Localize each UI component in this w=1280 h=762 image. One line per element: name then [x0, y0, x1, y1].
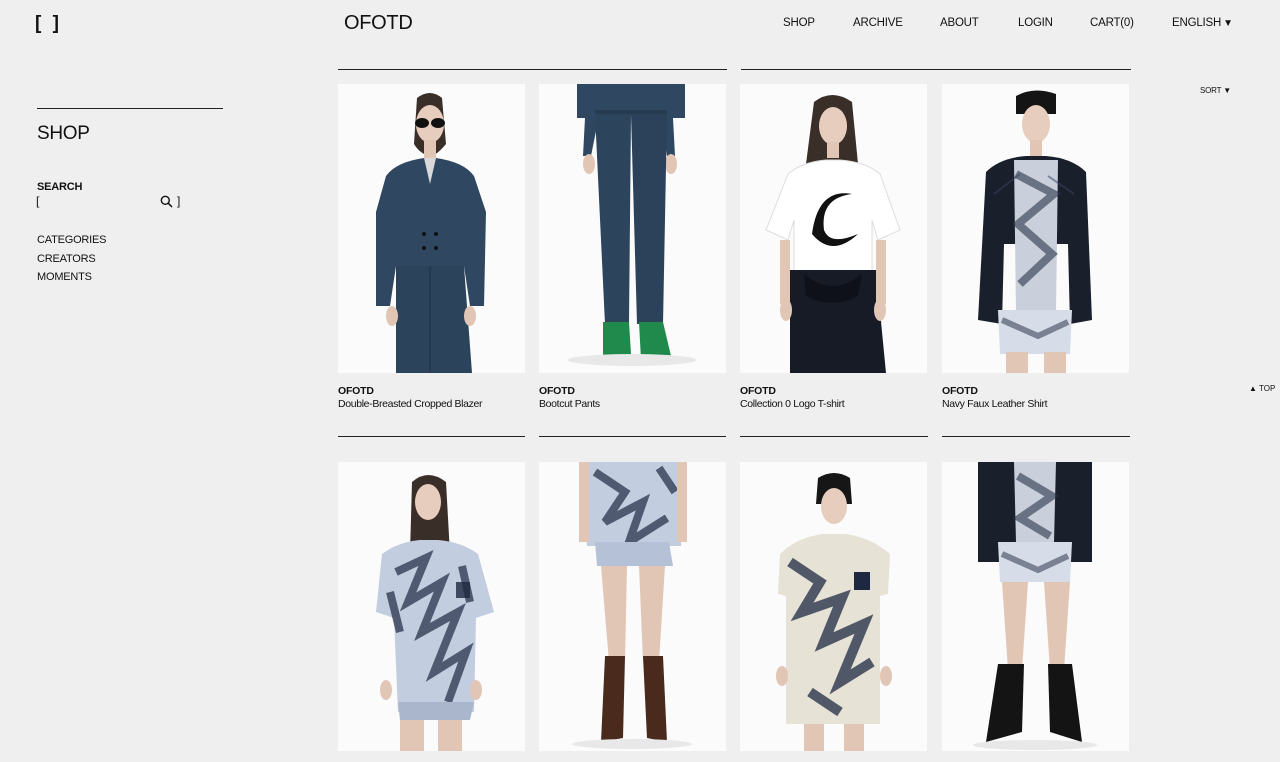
product-card[interactable] [740, 462, 927, 762]
grid-divider [741, 69, 1131, 70]
product-name[interactable]: Bootcut Pants [539, 398, 726, 410]
model-printed-shirt-illustration [338, 462, 525, 751]
search-icon[interactable] [160, 195, 173, 208]
shop-page: [ ] OFOTD SHOP ARCHIVE ABOUT LOGIN CART(… [0, 0, 1280, 762]
product-image[interactable] [942, 462, 1129, 751]
product-brand: OFOTD [942, 385, 978, 397]
product-card[interactable]: OFOTD Double-Breasted Cropped Blazer [338, 84, 525, 410]
product-name[interactable]: Double-Breasted Cropped Blazer [338, 398, 525, 410]
model-printed-dress-illustration [740, 462, 927, 751]
product-name[interactable]: Collection 0 Logo T-shirt [740, 398, 927, 410]
search-label: SEARCH [37, 181, 83, 193]
grid-divider [338, 69, 727, 70]
grid-divider [338, 436, 525, 437]
top-nav: SHOP ARCHIVE ABOUT LOGIN CART(0) ENGLISH… [0, 17, 1280, 33]
nav-shop[interactable]: SHOP [783, 17, 815, 29]
product-image[interactable] [338, 84, 525, 373]
language-select[interactable]: ENGLISH ▼ [1172, 17, 1233, 29]
sort-dropdown[interactable]: SORT ▼ [1200, 86, 1231, 95]
grid-divider [539, 436, 726, 437]
sidebar-divider [37, 108, 223, 109]
back-to-top[interactable]: ▲ TOP [1249, 384, 1275, 393]
sidebar-title: SHOP [37, 123, 90, 144]
sidebar-links: CATEGORIES CREATORS MOMENTS [37, 231, 107, 287]
sort-label: SORT [1200, 86, 1222, 95]
nav-login[interactable]: LOGIN [1018, 17, 1053, 29]
model-tshirt-illustration [740, 84, 927, 373]
product-card[interactable] [539, 462, 726, 762]
search-bracket-open: [ [36, 194, 40, 208]
nav-archive[interactable]: ARCHIVE [853, 17, 903, 29]
product-card[interactable] [338, 462, 525, 762]
product-card[interactable]: OFOTD Bootcut Pants [539, 84, 726, 410]
product-image[interactable] [740, 84, 927, 373]
nav-about[interactable]: ABOUT [940, 17, 979, 29]
to-top-label: TOP [1259, 384, 1276, 393]
product-brand: OFOTD [740, 385, 776, 397]
product-card[interactable] [942, 462, 1129, 762]
product-image[interactable] [539, 462, 726, 751]
caret-up-icon: ▲ [1249, 384, 1257, 393]
product-brand: OFOTD [539, 385, 575, 397]
nav-cart[interactable]: CART(0) [1090, 17, 1134, 29]
model-blazer-illustration [338, 84, 525, 373]
search-box: [ ] [36, 194, 186, 210]
language-label: ENGLISH [1172, 17, 1222, 29]
grid-divider [740, 436, 928, 437]
sidebar-item-categories[interactable]: CATEGORIES [37, 231, 107, 250]
product-name[interactable]: Navy Faux Leather Shirt [942, 398, 1129, 410]
caret-down-icon: ▼ [1223, 86, 1231, 95]
product-image[interactable] [539, 84, 726, 373]
search-bracket-close: ] [177, 194, 181, 208]
product-image[interactable] [942, 84, 1129, 373]
product-card[interactable]: OFOTD Navy Faux Leather Shirt [942, 84, 1129, 410]
model-leather-shirt-illustration [942, 84, 1129, 373]
model-shorts-illustration [539, 462, 726, 751]
sidebar-item-creators[interactable]: CREATORS [37, 250, 106, 269]
product-brand: OFOTD [338, 385, 374, 397]
caret-down-icon: ▼ [1223, 18, 1233, 29]
search-input[interactable] [43, 194, 158, 209]
sidebar-item-moments[interactable]: MOMENTS [37, 268, 106, 287]
product-image[interactable] [338, 462, 525, 751]
model-leather-shorts-illustration [942, 462, 1129, 751]
grid-divider [942, 436, 1130, 437]
product-image[interactable] [740, 462, 927, 751]
model-pants-illustration [539, 84, 726, 373]
product-card[interactable]: OFOTD Collection 0 Logo T-shirt [740, 84, 927, 410]
